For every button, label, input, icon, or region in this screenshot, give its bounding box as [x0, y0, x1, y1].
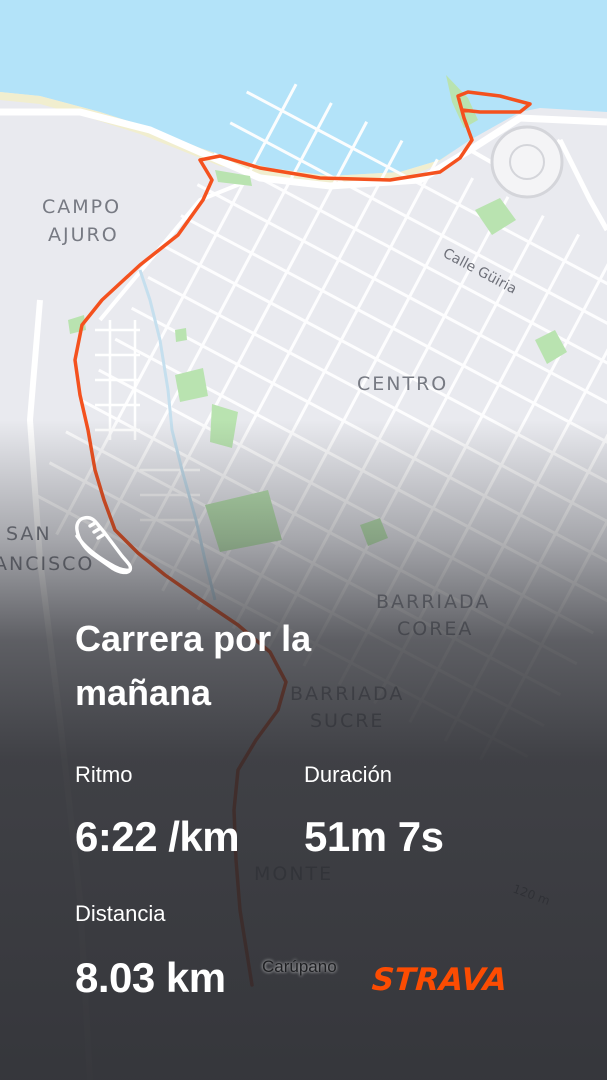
map-label-san: SAN — [6, 523, 52, 545]
map-label-ajuro: AJURO — [48, 224, 119, 246]
pace-label: Ritmo — [75, 762, 133, 787]
strava-logo: STRAVA — [370, 962, 509, 998]
pace-value: 6:22 /km — [75, 813, 240, 860]
map-label-campo: CAMPO — [42, 196, 121, 218]
duration-label: Duración — [304, 762, 393, 787]
duration-value: 51m 7s — [304, 813, 444, 860]
map-label-barriada-corea: BARRIADA — [376, 591, 490, 613]
activity-title: Carrera por la mañana — [75, 618, 312, 713]
stadium — [490, 125, 564, 199]
map-label-city: Carúpano — [262, 957, 337, 976]
running-shoe-icon — [75, 515, 133, 575]
map-label-centro: CENTRO — [357, 373, 448, 395]
map-label-monte: MONTE — [254, 863, 333, 885]
distance-value: 8.03 km — [75, 954, 226, 1001]
distance-label: Distancia — [75, 901, 166, 926]
activity-share-card: CAMPO AJURO Calle Güiria CENTRO SAN ANCI… — [0, 0, 607, 1080]
